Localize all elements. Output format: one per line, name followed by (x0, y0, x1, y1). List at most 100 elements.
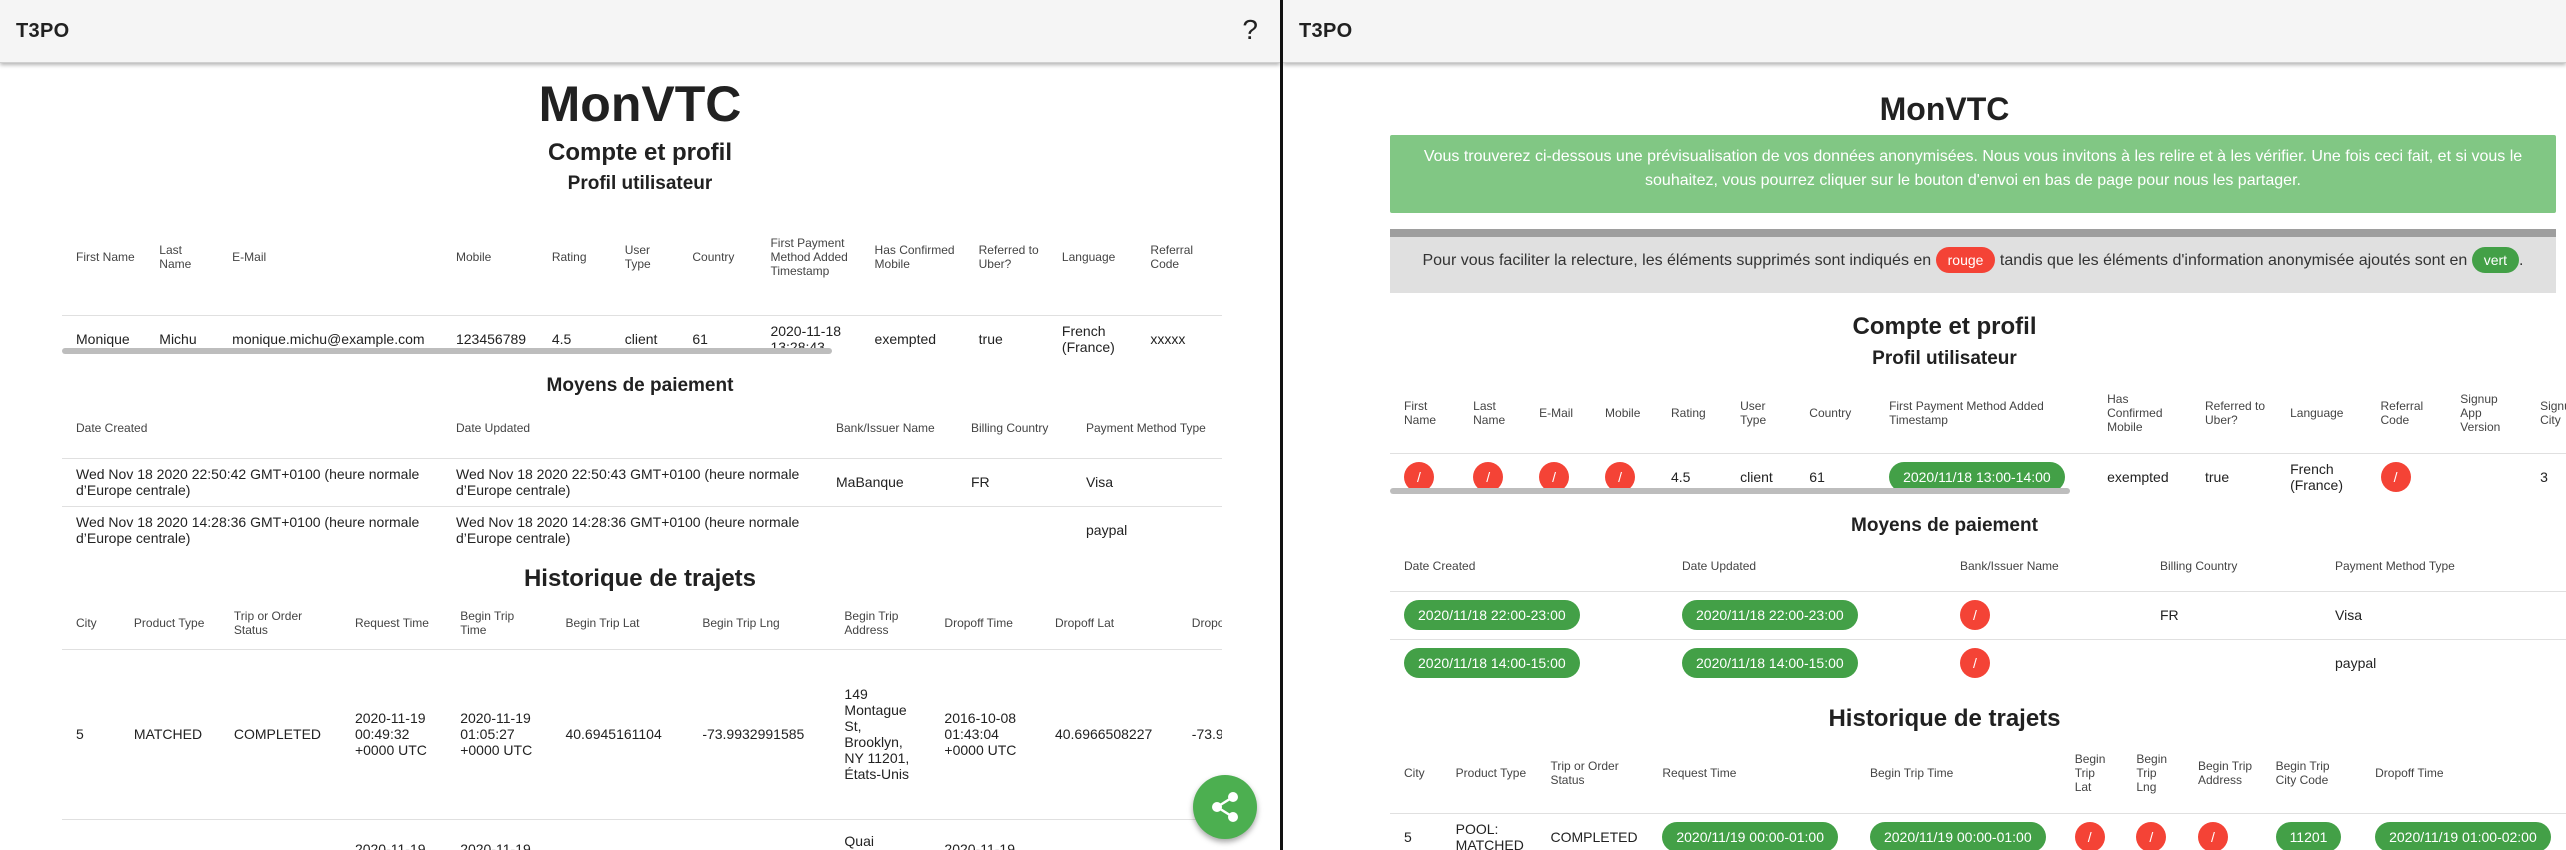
cell-request-time: 2020-11-19 (340, 818, 447, 850)
cell-begin-trip-address: 149 Montague St, Brooklyn, NY 11201, Éta… (830, 648, 931, 819)
payment-title-right: Moyens de paiement (1851, 515, 2038, 536)
cell-dropoff-time: 2020/11/19 01:00-02:00 (2361, 812, 2566, 850)
share-button[interactable] (1193, 775, 1257, 839)
column-header-payment-method-type: Payment Method Type (1086, 420, 1206, 435)
column-header-last-name: Last Name (1473, 398, 1506, 427)
anonymized-content[interactable]: MonVTC Vous trouverez ci-dessous une pré… (1283, 63, 2566, 850)
cell-dropoff-time: 2016-10-08 01:43:04 +0000 UTC (930, 648, 1041, 819)
cell-payment-method-type: paypal (1072, 505, 1222, 554)
trips-table[interactable]: City Product Type Trip or Order Status Requ… (62, 597, 1222, 850)
section-title: Compte et profil (548, 139, 732, 166)
profile-title: Profil utilisateur (567, 173, 713, 194)
anonymized-pane: T3PO MonVTC Vous trouverez ci-dessous un… (1283, 0, 2566, 850)
cell-product-type: POOL: MATCHED (1441, 812, 1537, 850)
original-content[interactable]: MonVTC Compte et profil Profil utilisate… (0, 63, 1280, 850)
column-header-begin-trip-lat: Begin Trip Lat (565, 615, 640, 630)
cell-dropoff-lat (1040, 818, 1178, 850)
cell-referred-to-uber: true (2191, 452, 2277, 501)
cell-has-confirmed-mobile: exempted (860, 314, 965, 363)
cell-dropoff-time: 2020-11-19 (930, 818, 1041, 850)
split-view: T3PO ? MonVTC Compte et profil Profil ut… (0, 0, 2566, 850)
column-header-user-type: User Type (624, 242, 651, 271)
payment-table-right[interactable]: Date Created Date Updated Bank/Issuer Name… (1390, 541, 2566, 691)
table-header-row: First Name Last Name E-Mail Mobile Rating Use… (62, 199, 1222, 315)
column-header-bank-issuer-name: Bank/Issuer Name (1960, 558, 2059, 573)
column-header-country: Country (692, 249, 735, 264)
column-header-begin-trip-time: Begin Trip Time (1869, 765, 1954, 780)
cell-city (62, 818, 120, 850)
column-header-has-confirmed-mobile: Has Confirmed Mobile (874, 242, 955, 271)
column-header-date-created: Date Created (1404, 558, 1476, 573)
profile-table-scrollbar[interactable] (62, 348, 832, 354)
cell-country: 61 (678, 314, 757, 363)
app-bar: T3PO ? (0, 0, 1280, 63)
cell-trip-or-order-status (219, 818, 341, 850)
column-header-date-updated: Date Updated (1682, 558, 1757, 573)
column-header-request-time: Request Time (1662, 765, 1737, 780)
color-legend-banner: Pour vous faciliter la relecture, les él… (1390, 229, 2556, 293)
cell-begin-trip-time: 2020-11-19 01:05:27 +0000 UTC (446, 648, 552, 819)
column-header-dropoff-time: Dropoff Time (2375, 765, 2444, 780)
trips-table-right[interactable]: City Product Type Trip or Order Status Requ… (1390, 733, 2566, 850)
legend-red-pill: rouge (1935, 247, 1996, 273)
table-header-row: Date Created Date Updated Bank/Issuer Name… (1390, 541, 2566, 591)
cell-billing-country (957, 505, 1072, 554)
column-header-mobile: Mobile (1605, 405, 1641, 420)
column-header-referral-code: Referral Code (2380, 398, 2424, 427)
anonymized-value-pill: 2020/11/18 22:00-23:00 (1404, 600, 1580, 630)
removed-value-badge: / (2380, 462, 2411, 493)
column-header-dropoff-time: Dropoff Time (944, 615, 1013, 630)
cell-begin-trip-address: Quai Rambaud (830, 818, 931, 850)
removed-value-badge: / (2074, 822, 2105, 850)
anonymized-value-pill: 2020/11/18 14:00-15:00 (1404, 648, 1580, 679)
column-header-city: City (1404, 765, 1425, 780)
column-header-product-type: Product Type (133, 615, 205, 630)
table-header-row: First Name Last Name E-Mail Mobile Rating Use… (1390, 373, 2566, 453)
column-header-product-type: Product Type (1455, 765, 1527, 780)
app-brand: T3PO (16, 20, 70, 42)
cell-city: 5 (62, 648, 120, 819)
cell-signup-app-version (2446, 452, 2527, 501)
removed-value-badge: / (2198, 822, 2228, 850)
cell-mobile: 123456789 (441, 314, 538, 363)
anonymized-value-pill: 2020/11/18 14:00-15:00 (1682, 648, 1858, 679)
cell-bank-issuer-name: / (1946, 590, 2146, 639)
legend-green-pill: vert (2471, 247, 2520, 273)
table-row: 5 MATCHED COMPLETED 2020-11-19 00:49:32 +00… (62, 648, 1222, 819)
cell-date-created: 2020/11/18 14:00-15:00 (1390, 638, 1668, 687)
profile-table-scrollbar-right[interactable] (1390, 488, 2070, 494)
cell-language: French (France) (2276, 452, 2367, 501)
cell-first-payment-method-added-timestamp: 2020-11-18 13:28:43 (756, 314, 861, 363)
cell-date-created: Wed Nov 18 2020 14:28:36 GMT+0100 (heure… (62, 505, 442, 554)
table-row: Wed Nov 18 2020 22:50:42 GMT+0100 (heure… (62, 457, 1222, 506)
profile-title-right: Profil utilisateur (1872, 348, 2017, 369)
help-button[interactable]: ? (1242, 14, 1258, 46)
cell-product-type: MATCHED (119, 648, 220, 819)
column-header-date-created: Date Created (76, 420, 148, 435)
legend-text-2: tandis que les éléments d'information an… (1999, 252, 2468, 269)
column-header-language: Language (2290, 405, 2344, 420)
cell-date-updated: Wed Nov 18 2020 22:50:43 GMT+0100 (heure… (442, 457, 822, 506)
table-header-row: Date Created Date Updated Bank/Issuer Name… (62, 398, 1222, 458)
cell-billing-country: FR (2146, 590, 2321, 639)
cell-begin-trip-lng: / (2122, 812, 2184, 850)
column-header-rating: Rating (551, 249, 587, 264)
column-header-first-payment-method-added-timestamp: First Payment Method Added Timestamp (1889, 398, 2044, 427)
column-header-e-mail: E-Mail (1539, 405, 1574, 420)
column-header-begin-trip-time: Begin Trip Time (460, 608, 515, 637)
anonymized-value-pill: 11201 (2275, 822, 2342, 850)
cell-begin-trip-lng (688, 818, 831, 850)
column-header-referred-to-uber: Referred to Uber? (978, 242, 1039, 271)
table-row: 2020/11/18 14:00-15:00 2020/11/18 14:00-1… (1390, 638, 2566, 687)
column-header-first-payment-method-added-timestamp: First Payment Method Added Timestamp (770, 235, 848, 278)
cell-signup-city: 3 (2526, 452, 2566, 501)
cell-begin-trip-time: 2020-11-19 (446, 818, 552, 850)
removed-value-badge: / (1960, 648, 1990, 679)
column-header-date-updated: Date Updated (456, 420, 531, 435)
cell-begin-trip-lat: 40.6945161104 (551, 648, 689, 819)
column-header-begin-trip-city-code: Begin Trip City Code (2275, 758, 2330, 787)
column-header-user-type: User Type (1740, 398, 1767, 427)
column-header-trip-or-order-status: Trip or Order Status (233, 608, 303, 637)
cell-begin-trip-lat (551, 818, 689, 850)
cell-request-time: 2020/11/19 00:00-01:00 (1648, 812, 1856, 850)
